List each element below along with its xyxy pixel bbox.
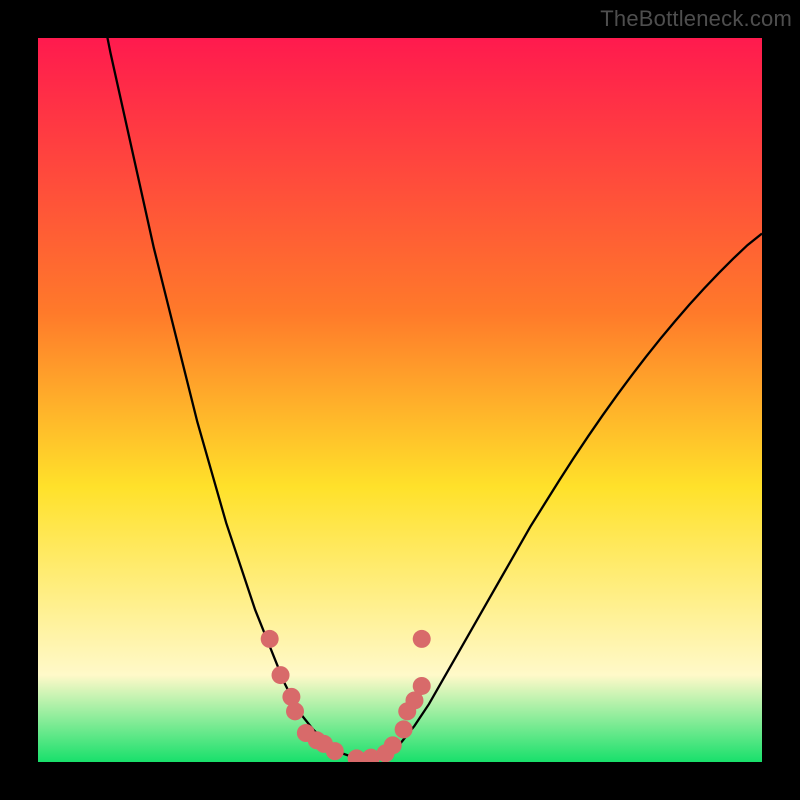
data-point-marker — [413, 677, 431, 695]
data-point-marker — [413, 630, 431, 648]
data-point-marker — [272, 666, 290, 684]
data-point-marker — [384, 736, 402, 754]
data-point-marker — [286, 702, 304, 720]
data-point-marker — [326, 742, 344, 760]
data-point-marker — [261, 630, 279, 648]
chart-svg — [38, 38, 762, 762]
chart-frame: TheBottleneck.com — [0, 0, 800, 800]
data-point-marker — [395, 720, 413, 738]
chart-plot — [38, 38, 762, 762]
watermark-label: TheBottleneck.com — [600, 6, 792, 32]
